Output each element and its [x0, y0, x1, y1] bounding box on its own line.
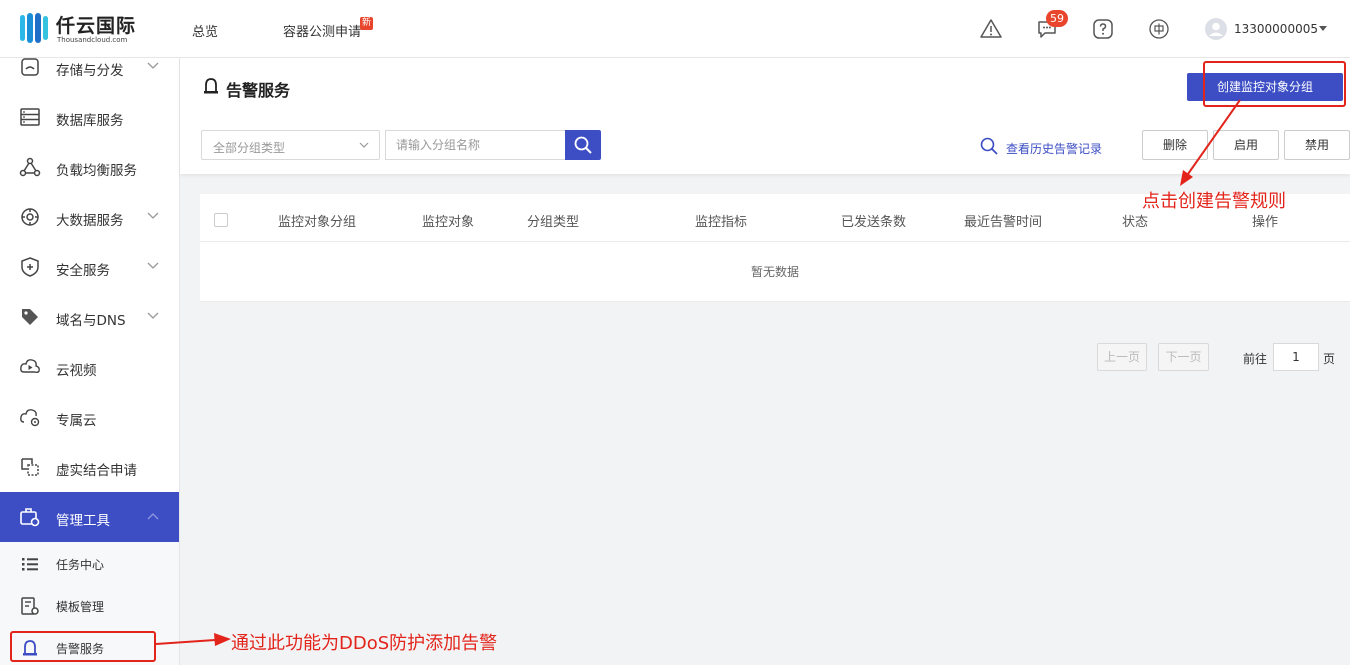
- empty-state: 暂无数据: [200, 242, 1350, 302]
- video-icon: [20, 359, 40, 374]
- chevron-up-icon: [147, 513, 159, 520]
- sidebar-item-hybrid-apply[interactable]: 虚实结合申请: [0, 442, 179, 492]
- sidebar-item-label: 云视频: [56, 363, 97, 379]
- load-balancer-icon: [19, 157, 41, 177]
- alarm-service-highlight: [10, 631, 156, 662]
- user-avatar-icon[interactable]: [1205, 18, 1227, 40]
- sidebar-subitem-label: 任务中心: [56, 558, 105, 572]
- storage-icon: [21, 58, 39, 76]
- alarm-icon: [204, 78, 218, 94]
- alarm-history-label: 查看历史告警记录: [1006, 142, 1103, 156]
- sidebar-subitem-template[interactable]: 模板管理: [0, 584, 179, 626]
- search-icon: [574, 136, 592, 154]
- page-suffix-label: 页: [1323, 352, 1336, 366]
- sidebar-subitem-label: 模板管理: [56, 600, 105, 614]
- list-icon: [22, 558, 38, 571]
- sidebar-item-big-data[interactable]: 大数据服务: [0, 192, 179, 242]
- sidebar-item-label: 安全服务: [56, 263, 110, 279]
- column-header: 监控对象: [422, 215, 475, 230]
- chevron-down-icon: [147, 212, 159, 219]
- template-icon: [21, 597, 39, 615]
- sidebar-item-label: 虚实结合申请: [56, 463, 137, 479]
- private-cloud-icon: [20, 409, 40, 427]
- sidebar-item-private-cloud[interactable]: 专属云: [0, 392, 179, 442]
- select-all-checkbox[interactable]: [214, 213, 228, 227]
- sidebar-item-label: 域名与DNS: [56, 313, 126, 329]
- column-header: 监控指标: [695, 215, 748, 230]
- logo-icon: [20, 13, 48, 43]
- group-type-select-value: 全部分组类型: [213, 141, 286, 155]
- sidebar-item-storage[interactable]: 存储与分发: [0, 58, 179, 92]
- chevron-down-icon: [147, 62, 159, 69]
- column-header: 已发送条数: [841, 215, 907, 230]
- top-bar: 仟云国际 Thousandcloud.com 总览 容器公测申请 新 59 13…: [0, 0, 1350, 58]
- page-number-input[interactable]: 1: [1273, 343, 1319, 371]
- caret-down-icon[interactable]: [1319, 26, 1327, 31]
- chevron-down-icon: [147, 312, 159, 319]
- group-name-search-input[interactable]: [385, 130, 566, 160]
- nav-container-apply[interactable]: 容器公测申请: [283, 21, 361, 40]
- sidebar-item-label: 数据库服务: [56, 113, 124, 129]
- sidebar-item-database[interactable]: 数据库服务: [0, 92, 179, 142]
- sidebar-item-label: 负载均衡服务: [56, 163, 137, 179]
- ddos-alarm-hint: 通过此功能为DDoS防护添加告警: [231, 633, 498, 654]
- group-type-select[interactable]: 全部分组类型: [201, 130, 380, 160]
- shield-icon: [21, 257, 39, 277]
- help-icon[interactable]: [1091, 17, 1115, 41]
- new-badge: 新: [360, 17, 374, 30]
- hybrid-apply-icon: [21, 458, 39, 476]
- column-header: 操作: [1252, 215, 1279, 230]
- chevron-down-icon: [147, 262, 159, 269]
- create-button-highlight: [1203, 61, 1346, 107]
- sidebar-item-domain-dns[interactable]: 域名与DNS: [0, 292, 179, 342]
- column-header: 最近告警时间: [964, 215, 1043, 230]
- sidebar-item-label: 专属云: [56, 413, 97, 429]
- logo-text: 仟云国际: [56, 15, 137, 37]
- page-header: 告警服务 创建监控对象分组 全部分组类型 查看历史告警记录 删除 启用 禁用: [180, 58, 1350, 174]
- chevron-down-icon: [359, 142, 369, 148]
- big-data-icon: [21, 208, 39, 226]
- column-header: 状态: [1122, 215, 1149, 230]
- search-icon: [980, 137, 998, 155]
- database-icon: [20, 108, 40, 126]
- sidebar-item-management-tools[interactable]: 管理工具: [0, 492, 179, 542]
- message-count-badge: 59: [1046, 10, 1068, 27]
- domain-tag-icon: [22, 309, 38, 325]
- logo-subtitle: Thousandcloud.com: [57, 36, 128, 44]
- sidebar-item-load-balancer[interactable]: 负载均衡服务: [0, 142, 179, 192]
- nav-overview[interactable]: 总览: [192, 21, 218, 40]
- create-rule-hint: 点击创建告警规则: [1142, 191, 1286, 212]
- goto-label: 前往: [1243, 352, 1268, 366]
- page-title: 告警服务: [226, 81, 291, 100]
- language-icon[interactable]: [1147, 17, 1171, 41]
- logo[interactable]: 仟云国际 Thousandcloud.com: [18, 10, 138, 48]
- sidebar-item-label: 管理工具: [56, 513, 110, 529]
- column-header: 分组类型: [527, 215, 580, 230]
- sidebar-item-label: 存储与分发: [56, 63, 124, 79]
- sidebar-item-label: 大数据服务: [56, 213, 124, 229]
- delete-button[interactable]: 删除: [1142, 130, 1208, 160]
- sidebar-subitem-task-center[interactable]: 任务中心: [0, 542, 179, 584]
- sidebar-item-security[interactable]: 安全服务: [0, 242, 179, 292]
- warning-icon[interactable]: [979, 17, 1003, 41]
- user-name[interactable]: 13300000005: [1234, 22, 1318, 36]
- next-page-button[interactable]: 下一页: [1158, 343, 1209, 371]
- column-header: 监控对象分组: [278, 215, 357, 230]
- tools-icon: [20, 508, 40, 527]
- sidebar-item-cloud-video[interactable]: 云视频: [0, 342, 179, 392]
- prev-page-button[interactable]: 上一页: [1097, 343, 1147, 371]
- disable-button[interactable]: 禁用: [1284, 130, 1350, 160]
- search-button[interactable]: [565, 130, 601, 160]
- enable-button[interactable]: 启用: [1213, 130, 1279, 160]
- sidebar: 存储与分发 数据库服务 负载均衡服务 大数据服务 安全服务 域名与DNS 云视频…: [0, 58, 180, 665]
